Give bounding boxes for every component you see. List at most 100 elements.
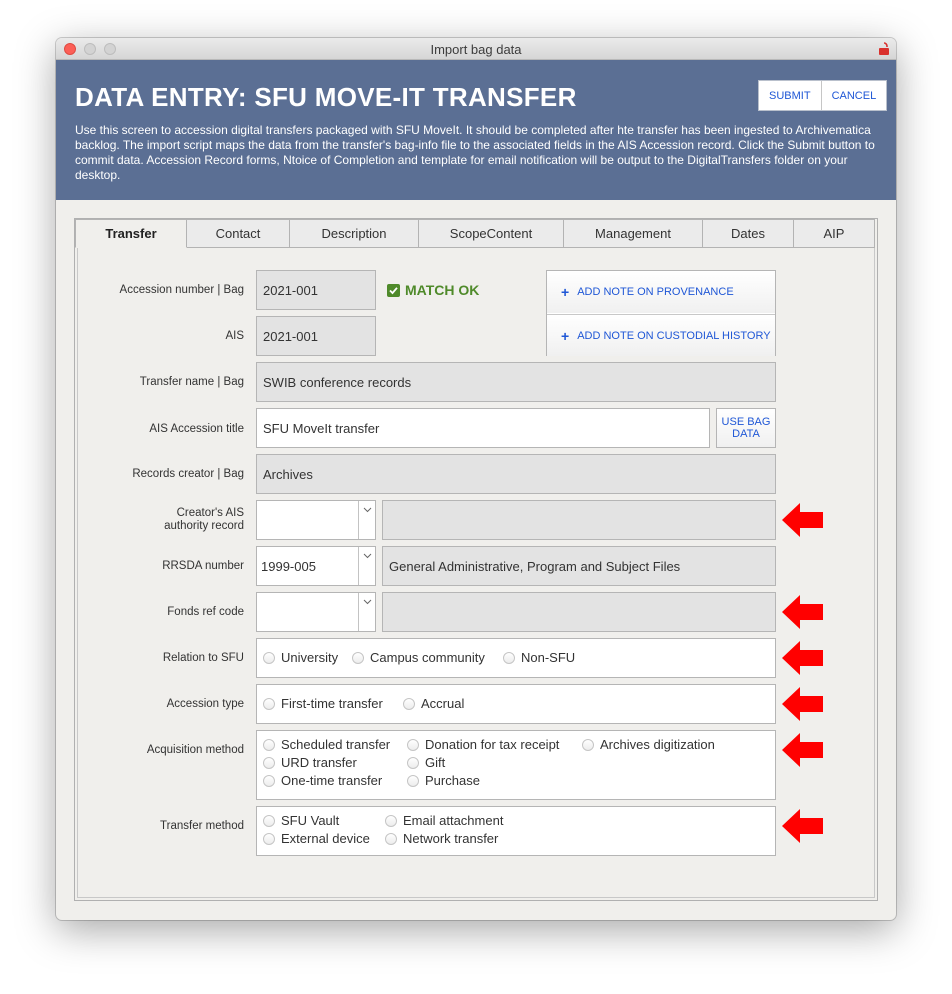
radio-button[interactable] <box>385 814 397 827</box>
chevron-down-icon <box>363 553 372 559</box>
acq-option-donation[interactable]: Donation for tax receipt <box>407 737 559 752</box>
radio-label: First-time transfer <box>281 696 383 711</box>
acq-option-scheduled[interactable]: Scheduled transfer <box>263 737 390 752</box>
acq-option-urd[interactable]: URD transfer <box>263 755 357 770</box>
tab-aip[interactable]: AIP <box>794 219 875 248</box>
radio-label: Gift <box>425 755 446 770</box>
radio-button[interactable] <box>263 651 275 664</box>
rrsda-value: 1999-005 <box>261 558 316 574</box>
accession-label: Accession number | Bag <box>119 284 244 296</box>
provenance-label: ADD NOTE ON PROVENANCE <box>577 286 734 298</box>
fonds-name-field <box>382 592 776 632</box>
acquisition-radio-group: Scheduled transfer Donation for tax rece… <box>256 730 776 800</box>
import-window: Import bag data DATA ENTRY: SFU MOVE-IT … <box>56 38 896 920</box>
red-arrow-icon <box>782 641 823 675</box>
radio-button[interactable] <box>263 832 275 845</box>
relation-option-non-sfu[interactable]: Non-SFU <box>503 650 575 665</box>
acq-option-purchase[interactable]: Purchase <box>407 773 480 788</box>
acc-type-option-accrual[interactable]: Accrual <box>403 696 464 711</box>
chevron-down-icon <box>363 599 372 605</box>
radio-button[interactable] <box>407 774 419 787</box>
relation-option-university[interactable]: University <box>263 650 338 665</box>
radio-button[interactable] <box>263 738 275 751</box>
tab-contact[interactable]: Contact <box>187 219 290 248</box>
creator-ais-name-field <box>382 500 776 540</box>
radio-label: URD transfer <box>281 755 357 770</box>
radio-button[interactable] <box>263 774 275 787</box>
acq-option-digitization[interactable]: Archives digitization <box>582 737 715 752</box>
add-custodial-note-button[interactable]: + ADD NOTE ON CUSTODIAL HISTORY <box>547 314 775 356</box>
ais-label: AIS <box>225 330 244 342</box>
window-title: Import bag data <box>430 42 522 57</box>
ais-field: 2021-001 <box>256 316 376 356</box>
radio-button[interactable] <box>407 756 419 769</box>
accession-field: 2021-001 <box>256 270 376 310</box>
submit-button[interactable]: SUBMIT <box>759 81 821 110</box>
acq-option-gift[interactable]: Gift <box>407 755 445 770</box>
radio-button[interactable] <box>407 738 419 751</box>
tab-dates[interactable]: Dates <box>703 219 794 248</box>
acq-option-one-time[interactable]: One-time transfer <box>263 773 382 788</box>
plus-icon: + <box>561 284 570 300</box>
rrsda-dropdown[interactable]: 1999-005 <box>256 546 376 586</box>
plus-icon: + <box>561 327 570 344</box>
tm-option-sfu-vault[interactable]: SFU Vault <box>263 813 339 828</box>
radio-label: Non-SFU <box>521 650 576 665</box>
custodial-label: ADD NOTE ON CUSTODIAL HISTORY <box>577 329 771 342</box>
accession-type-label: Accession type <box>166 698 244 710</box>
tab-bar: Transfer Contact Description ScopeConten… <box>75 219 875 248</box>
match-status: MATCH OK <box>387 282 479 298</box>
tab-scopecontent[interactable]: ScopeContent <box>419 219 564 248</box>
red-arrow-icon <box>782 809 823 843</box>
ais-title-input[interactable]: SFU MoveIt transfer <box>256 408 710 448</box>
rrsda-dropdown-toggle[interactable] <box>358 547 375 585</box>
cancel-button[interactable]: CANCEL <box>820 81 887 110</box>
radio-button[interactable] <box>263 697 275 710</box>
creator-ais-dropdown[interactable] <box>256 500 376 540</box>
radio-button[interactable] <box>403 697 415 710</box>
header-button-group: SUBMIT CANCEL <box>758 80 888 111</box>
tm-option-network[interactable]: Network transfer <box>385 831 498 846</box>
relation-label: Relation to SFU <box>162 652 244 664</box>
relation-option-campus[interactable]: Campus community <box>352 650 485 665</box>
title-bar: Import bag data <box>56 38 896 60</box>
radio-button[interactable] <box>352 651 364 664</box>
chevron-down-icon <box>363 507 372 513</box>
fonds-dropdown-toggle[interactable] <box>358 593 375 631</box>
radio-button[interactable] <box>385 832 397 845</box>
radio-button[interactable] <box>263 756 275 769</box>
radio-label: Email attachment <box>403 813 504 828</box>
tab-transfer[interactable]: Transfer <box>75 219 187 248</box>
relation-radio-group: University Campus community Non-SFU <box>256 638 776 678</box>
radio-label: Donation for tax receipt <box>425 737 560 752</box>
radio-label: Archives digitization <box>600 737 715 752</box>
red-arrow-icon <box>782 595 823 629</box>
transfer-name-field: SWIB conference records <box>256 362 776 402</box>
radio-button[interactable] <box>503 651 515 664</box>
radio-label: One-time transfer <box>281 773 383 788</box>
creator-ais-dropdown-toggle[interactable] <box>358 501 375 539</box>
radio-button[interactable] <box>582 738 594 751</box>
radio-label: Scheduled transfer <box>281 737 391 752</box>
tab-management[interactable]: Management <box>564 219 703 248</box>
accession-type-radio-group: First-time transfer Accrual <box>256 684 776 724</box>
creator-ais-label: Creator's AIS authority record <box>64 507 244 533</box>
radio-label: Campus community <box>370 650 485 665</box>
lock-icon[interactable] <box>878 42 890 56</box>
radio-label: Network transfer <box>403 831 499 846</box>
radio-label: External device <box>281 831 370 846</box>
use-bag-data-button[interactable]: USE BAG DATA <box>716 408 776 448</box>
add-provenance-note-button[interactable]: + ADD NOTE ON PROVENANCE <box>547 271 775 313</box>
creator-bag-field: Archives <box>256 454 776 494</box>
tm-option-email[interactable]: Email attachment <box>385 813 503 828</box>
fonds-dropdown[interactable] <box>256 592 376 632</box>
creator-bag-label: Records creator | Bag <box>132 468 244 480</box>
use-bag-label-1: USE BAG <box>721 416 771 428</box>
tm-option-external-device[interactable]: External device <box>263 831 370 846</box>
radio-button[interactable] <box>263 814 275 827</box>
tab-description[interactable]: Description <box>290 219 419 248</box>
transfer-method-label: Transfer method <box>160 820 244 832</box>
creator-ais-label-line2: authority record <box>164 520 244 532</box>
page-title: DATA ENTRY: SFU MOVE-IT TRANSFER <box>75 82 577 112</box>
acc-type-option-first-time[interactable]: First-time transfer <box>263 696 383 711</box>
